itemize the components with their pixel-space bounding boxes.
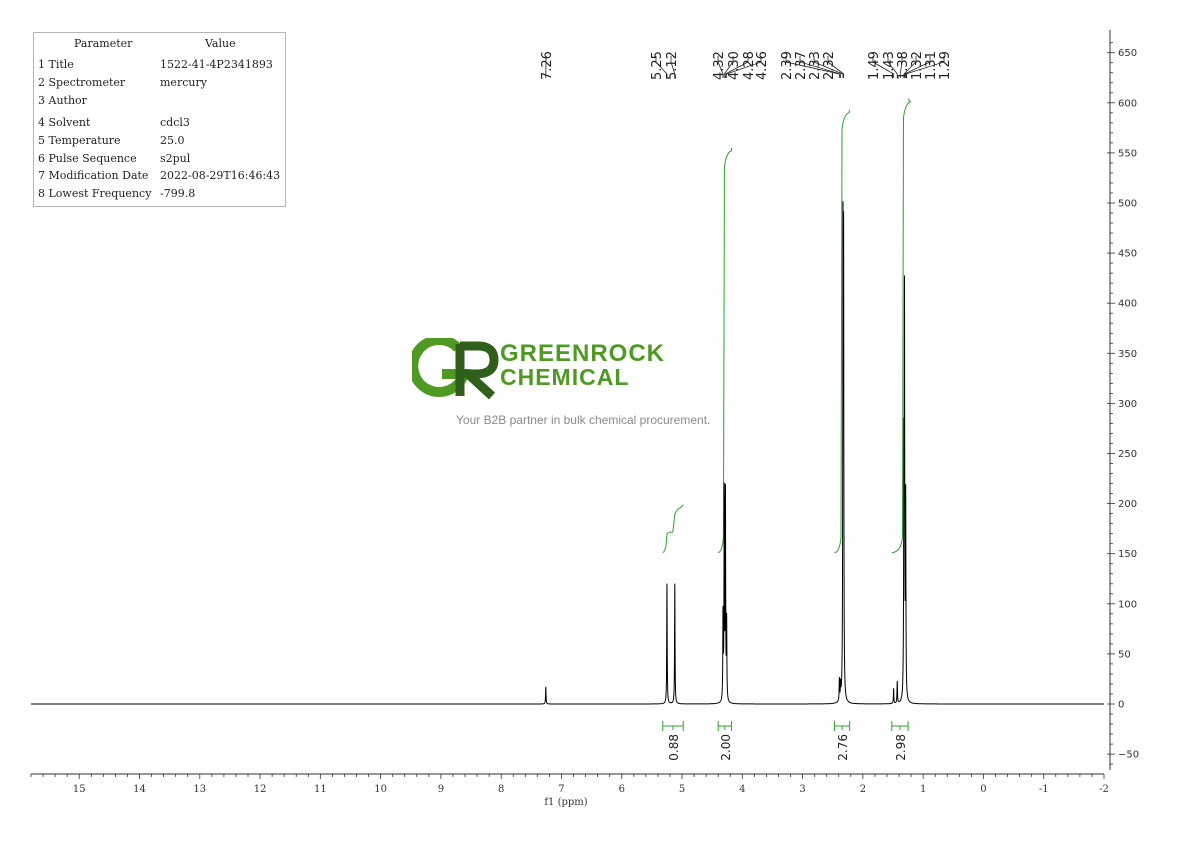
integral-curve xyxy=(891,98,912,554)
x-axis-label: f1 (ppm) xyxy=(544,797,587,808)
peak-label: 7.26 xyxy=(540,51,555,80)
x-tick-label: 0 xyxy=(980,784,986,795)
y-tick-label: 50 xyxy=(1118,649,1131,660)
param-key: 1 Title xyxy=(38,58,74,71)
x-tick-label: 1 xyxy=(920,784,926,795)
y-tick-label: 300 xyxy=(1118,399,1137,410)
param-value: 2022-08-29T16:46:43 xyxy=(160,169,281,182)
peak-label: 2.32 xyxy=(822,51,837,80)
peak-layer xyxy=(31,201,1104,705)
param-key: 3 Author xyxy=(38,94,87,107)
peak-label: 2.37 xyxy=(794,51,809,80)
integral-value-label: 2.00 xyxy=(719,734,733,761)
x-tick-label: -1 xyxy=(1039,784,1049,795)
x-tick-label: 4 xyxy=(739,784,745,795)
x-tick-label: 7 xyxy=(558,784,564,795)
x-tick-label: 11 xyxy=(314,784,327,795)
param-row: 1 Title 1522-41-4P2341893 xyxy=(38,58,283,74)
integral-layer: 0.88 2.00 2.76 2.98 xyxy=(662,98,912,761)
param-value: s2pul xyxy=(160,152,191,165)
integral-curve xyxy=(834,109,851,554)
y-tick-label: 550 xyxy=(1118,148,1137,159)
param-key: 7 Modification Date xyxy=(38,169,149,182)
param-value: -799.8 xyxy=(160,187,196,200)
x-tick-label: 15 xyxy=(73,784,86,795)
x-tick-label: 6 xyxy=(619,784,625,795)
x-tick-label: 13 xyxy=(193,784,206,795)
param-header-name: Parameter xyxy=(74,37,133,50)
x-tick-label: 10 xyxy=(374,784,387,795)
parameter-table: Parameter Value 1 Title 1522-41-4P2341893… xyxy=(33,32,286,207)
x-tick-label: 5 xyxy=(679,784,685,795)
param-value: cdcl3 xyxy=(160,116,190,129)
integral-value-label: 2.98 xyxy=(894,734,908,761)
y-tick-label: 250 xyxy=(1118,449,1137,460)
y-tick-label: 100 xyxy=(1118,599,1137,610)
y-tick-label: 650 xyxy=(1118,48,1137,59)
param-value: mercury xyxy=(160,76,207,89)
x-tick-label: -2 xyxy=(1099,784,1109,795)
param-value: 1522-41-4P2341893 xyxy=(160,58,273,71)
peak-label: 1.43 xyxy=(882,51,897,80)
y-tick-label: −50 xyxy=(1118,750,1139,761)
y-tick-label: 350 xyxy=(1118,349,1137,360)
peak-label: 2.39 xyxy=(780,51,795,80)
integral-value-label: 2.76 xyxy=(836,734,850,761)
param-value: 25.0 xyxy=(160,134,185,147)
param-row: 7 Modification Date 2022-08-29T16:46:43 xyxy=(38,169,283,185)
x-tick-label: 3 xyxy=(799,784,805,795)
peak-label: 5.25 xyxy=(650,51,665,80)
y-tick-label: 150 xyxy=(1118,549,1137,560)
param-key: 4 Solvent xyxy=(38,116,91,129)
x-tick-label: 12 xyxy=(254,784,267,795)
param-header-value: Value xyxy=(205,37,236,50)
peak-label-layer: 7.26 5.25 5.12 4.32 4.30 4.284.26 2.39 2.37 2.33… xyxy=(540,51,953,80)
logo-text-chemical: CHEMICAL xyxy=(500,364,630,390)
param-row: 5 Temperature 25.0 xyxy=(38,134,283,150)
x-tick-label: 8 xyxy=(498,784,504,795)
param-row: 2 Spectrometer mercury xyxy=(38,76,283,92)
param-row: 8 Lowest Frequency -799.8 xyxy=(38,187,283,203)
y-tick-label: 450 xyxy=(1118,249,1137,260)
x-tick-label: 2 xyxy=(860,784,866,795)
logo-tagline: Your B2B partner in bulk chemical procur… xyxy=(456,413,711,427)
x-tick-label: 14 xyxy=(133,784,146,795)
param-row: 3 Author xyxy=(38,94,283,110)
param-key: 6 Pulse Sequence xyxy=(38,152,137,165)
y-tick-label: 400 xyxy=(1118,299,1137,310)
y-tick-label: 500 xyxy=(1118,199,1137,210)
param-key: 8 Lowest Frequency xyxy=(38,187,152,200)
y-tick-label: 200 xyxy=(1118,499,1137,510)
param-key: 5 Temperature xyxy=(38,134,121,147)
y-tick-label: 0 xyxy=(1118,700,1124,711)
param-row: 4 Solvent cdcl3 xyxy=(38,116,283,132)
integral-value-label: 0.88 xyxy=(667,734,681,761)
peak-label: 4.26 xyxy=(755,51,770,80)
x-tick-label: 9 xyxy=(438,784,444,795)
integral-curve xyxy=(662,504,684,554)
param-key: 2 Spectrometer xyxy=(38,76,126,89)
spectrum-trace xyxy=(31,201,1104,705)
y-tick-label: 600 xyxy=(1118,98,1137,109)
peak-label: 2.33 xyxy=(808,51,823,80)
param-row: 6 Pulse Sequence s2pul xyxy=(38,152,283,168)
peak-label: 1.29 xyxy=(938,51,953,80)
peak-label: 4.30 xyxy=(727,51,742,80)
